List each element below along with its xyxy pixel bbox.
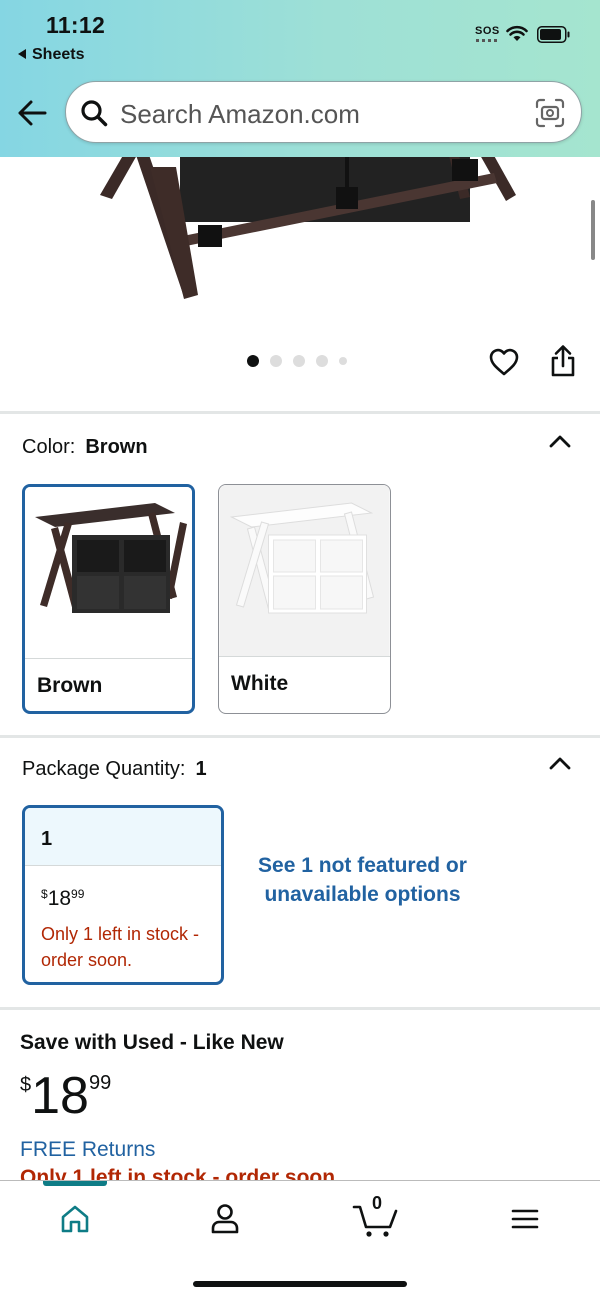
price-symbol: $ <box>20 1074 32 1096</box>
color-selected-value: Brown <box>85 436 148 458</box>
color-option-label: White <box>231 672 289 695</box>
status-time: 11:12 <box>46 12 106 38</box>
chevron-up-icon[interactable] <box>548 755 572 771</box>
carousel-dot[interactable] <box>293 355 305 367</box>
stock-warning: Only 1 left in stock - order soon. <box>41 924 200 970</box>
image-carousel-dots[interactable] <box>247 355 347 367</box>
heart-icon[interactable] <box>488 346 520 378</box>
section-divider <box>0 411 600 414</box>
quantity-option-card[interactable]: 1 $1899 Only 1 left in stock - order soo… <box>22 805 224 985</box>
scroll-indicator <box>591 200 595 260</box>
search-bar[interactable]: Search Amazon.com <box>65 81 582 143</box>
share-icon[interactable] <box>548 344 578 378</box>
white-rack-thumbnail <box>219 485 390 656</box>
color-option-label: Brown <box>37 674 103 697</box>
price-whole: 18 <box>31 1067 89 1125</box>
package-quantity-label-text: Package Quantity: <box>22 758 186 780</box>
quantity-option-value: 1 <box>41 828 53 850</box>
back-arrow-icon[interactable] <box>16 98 48 128</box>
carousel-dot[interactable] <box>339 357 347 365</box>
price-whole: 18 <box>47 887 72 910</box>
used-offer-title: Save with Used - Like New <box>20 1031 284 1054</box>
quantity-option-price: $1899 <box>41 887 84 911</box>
cart-count: 0 <box>372 1193 383 1213</box>
color-option-white[interactable]: White <box>218 484 391 714</box>
cart-button[interactable]: 0 <box>352 1193 400 1239</box>
home-icon[interactable] <box>57 1201 93 1237</box>
back-triangle-icon <box>18 49 26 59</box>
account-icon[interactable] <box>207 1201 243 1237</box>
brown-rack-thumbnail <box>25 487 192 658</box>
nav-active-indicator <box>43 1181 107 1186</box>
wifi-icon <box>506 25 528 41</box>
used-offer-price: $1899 <box>20 1066 111 1126</box>
section-divider <box>0 735 600 738</box>
bottom-navigation: 0 <box>0 1180 600 1299</box>
quantity-option-header: 1 <box>25 808 221 866</box>
sos-indicator: SOS <box>475 25 500 37</box>
back-app-label: Sheets <box>32 46 85 63</box>
search-icon <box>81 100 108 127</box>
free-returns-link[interactable]: FREE Returns <box>20 1138 155 1162</box>
price-fraction: 99 <box>71 887 85 901</box>
back-to-app-link[interactable]: Sheets <box>18 46 84 64</box>
chevron-up-icon[interactable] <box>548 433 572 449</box>
carousel-dot[interactable] <box>247 355 259 367</box>
carousel-dot[interactable] <box>270 355 282 367</box>
app-header: 11:12 Sheets SOS Search Amazon.com <box>0 0 600 157</box>
swatch-separator <box>219 656 390 657</box>
product-page: 11:12 Sheets SOS Search Amazon.com Color… <box>0 0 600 1299</box>
used-stock-warning: Only 1 left in stock - order soon. <box>20 1166 341 1180</box>
carousel-dot[interactable] <box>316 355 328 367</box>
color-option-brown[interactable]: Brown <box>22 484 195 714</box>
home-indicator <box>193 1281 407 1287</box>
color-label: Color: Brown <box>22 436 148 459</box>
see-unavailable-options-link[interactable]: See 1 not featured or unavailable option… <box>255 851 470 909</box>
camera-lens-icon[interactable] <box>535 98 565 128</box>
battery-icon <box>537 26 570 43</box>
package-quantity-selected-value: 1 <box>195 758 207 780</box>
color-label-text: Color: <box>22 436 76 458</box>
search-input[interactable]: Search Amazon.com <box>120 99 360 130</box>
price-fraction: 99 <box>88 1072 112 1094</box>
signal-dots-icon <box>476 39 498 42</box>
price-symbol: $ <box>41 887 48 901</box>
section-divider <box>0 1007 600 1010</box>
menu-icon[interactable] <box>507 1201 543 1237</box>
package-quantity-label: Package Quantity: 1 <box>22 758 207 781</box>
swatch-separator <box>25 658 192 659</box>
